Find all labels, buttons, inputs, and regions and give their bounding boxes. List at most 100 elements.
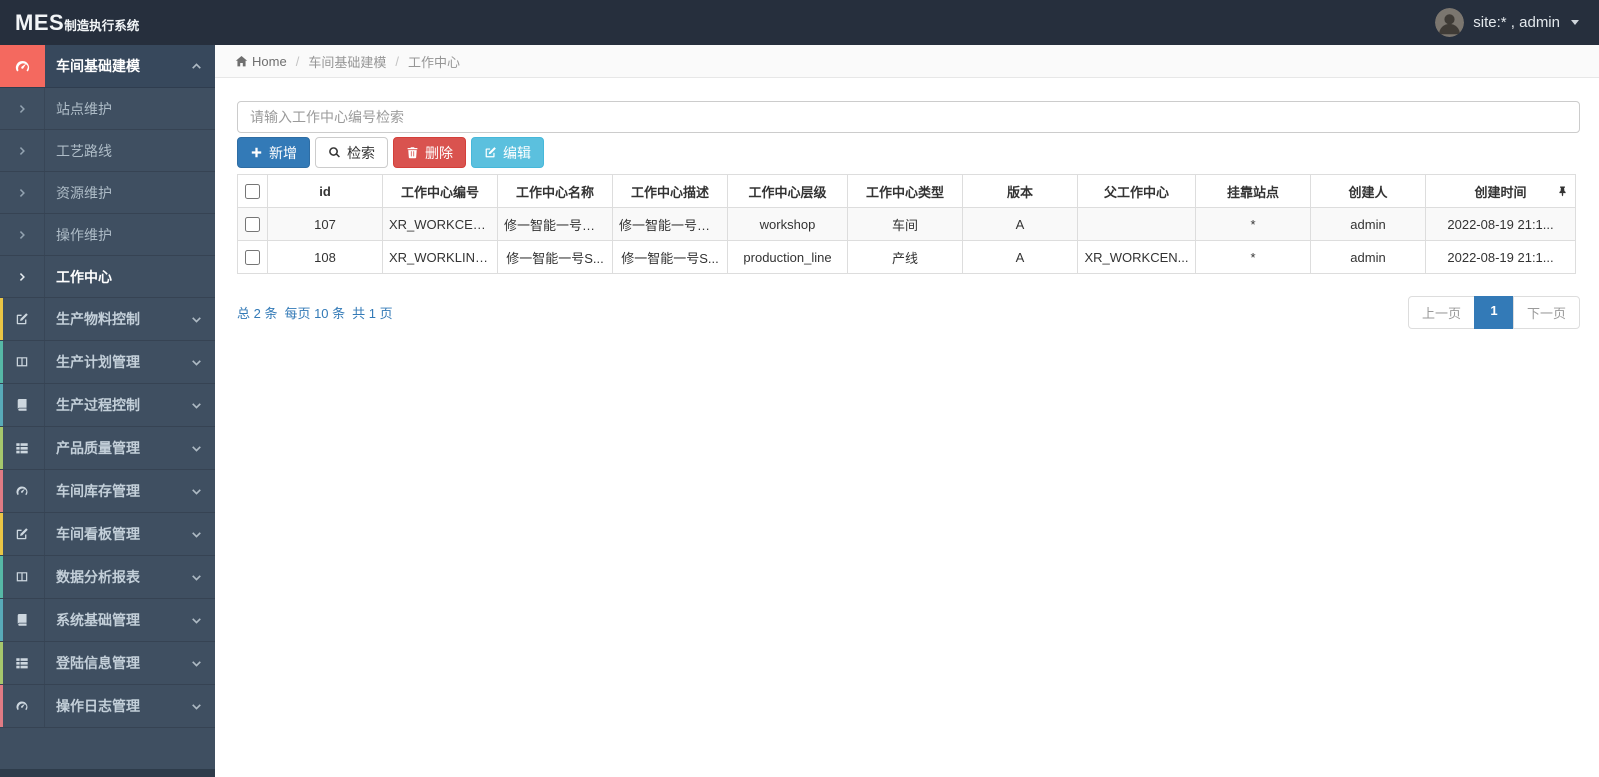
main-content: Home / 车间基础建模 / 工作中心 新增 检索 删除 编辑 <box>215 45 1599 777</box>
sidebar-item-plan-management[interactable]: 生产计划管理 <box>0 341 215 384</box>
row-checkbox[interactable] <box>245 217 260 233</box>
color-strip <box>0 642 3 684</box>
sidebar-item-quality-management[interactable]: 产品质量管理 <box>0 427 215 470</box>
page-body: 新增 检索 删除 编辑 <box>215 78 1599 329</box>
sidebar-item-label: 资源维护 <box>56 184 112 201</box>
sidebar-item-label: 数据分析报表 <box>56 569 140 585</box>
row-select-cell <box>237 240 268 274</box>
next-page-button[interactable]: 下一页 <box>1512 296 1580 329</box>
sidebar-item-material-control[interactable]: 生产物料控制 <box>0 298 215 341</box>
sidebar-item-label: 登陆信息管理 <box>56 655 140 671</box>
search-icon <box>328 146 341 159</box>
delete-button-label: 删除 <box>425 144 453 161</box>
table-row[interactable]: 107 XR_WORKCEN... 修一智能一号车间 修一智能一号车间 work… <box>237 207 1576 241</box>
pencil-square-icon <box>0 513 45 555</box>
cell-description: 修一智能一号S... <box>612 240 728 274</box>
chevron-down-icon <box>191 701 202 712</box>
th-list-icon <box>0 427 45 469</box>
sidebar-item-site-maintenance[interactable]: 站点维护 <box>0 88 215 130</box>
sidebar-item-board-management[interactable]: 车间看板管理 <box>0 513 215 556</box>
column-header-id: id <box>267 174 383 208</box>
th-list-icon <box>0 642 45 684</box>
sidebar-item-process-route[interactable]: 工艺路线 <box>0 130 215 172</box>
edit-button-label: 编辑 <box>503 144 531 161</box>
column-header-creator: 创建人 <box>1310 174 1426 208</box>
sidebar-item-label: 站点维护 <box>56 100 112 117</box>
column-header-version: 版本 <box>962 174 1078 208</box>
chevron-down-icon <box>191 658 202 669</box>
app-logo-main: MES <box>15 9 65 35</box>
cell-parent: XR_WORKCEN... <box>1077 240 1196 274</box>
add-button[interactable]: 新增 <box>237 137 310 168</box>
cell-description: 修一智能一号车间 <box>612 207 728 241</box>
sidebar-item-workshop-modeling[interactable]: 车间基础建模 <box>0 45 215 88</box>
chevron-down-icon <box>191 314 202 325</box>
pagination-bar: 总 2 条 每页 10 条 共 1 页 上一页 1 下一页 <box>237 296 1580 329</box>
sidebar: 车间基础建模 站点维护 工艺路线 资源维护 操作维护 工作中心 生产物料控制 生… <box>0 45 215 777</box>
plus-icon <box>250 146 263 159</box>
sidebar-item-work-center[interactable]: 工作中心 <box>0 256 215 298</box>
breadcrumb-item[interactable]: 车间基础建模 <box>308 52 386 71</box>
search-button[interactable]: 检索 <box>315 137 388 168</box>
chevron-down-icon <box>191 572 202 583</box>
sidebar-item-label: 产品质量管理 <box>56 440 140 456</box>
column-header-station: 挂靠站点 <box>1195 174 1311 208</box>
breadcrumb-separator: / <box>295 53 300 69</box>
cell-id: 107 <box>267 207 383 241</box>
toolbar: 新增 检索 删除 编辑 <box>237 137 1580 168</box>
dashboard-icon <box>0 685 45 727</box>
table-row[interactable]: 108 XR_WORKLINE... 修一智能一号S... 修一智能一号S...… <box>237 240 1576 274</box>
pin-icon[interactable] <box>1557 186 1568 197</box>
sidebar-item-inventory-management[interactable]: 车间库存管理 <box>0 470 215 513</box>
cell-created-time: 2022-08-19 21:1... <box>1425 240 1576 274</box>
color-strip <box>0 298 3 340</box>
sidebar-item-system-management[interactable]: 系统基础管理 <box>0 599 215 642</box>
cell-name: 修一智能一号车间 <box>497 207 613 241</box>
sidebar-item-process-control[interactable]: 生产过程控制 <box>0 384 215 427</box>
cell-station: * <box>1195 240 1311 274</box>
sidebar-item-label: 车间看板管理 <box>56 526 140 542</box>
edit-button[interactable]: 编辑 <box>471 137 544 168</box>
column-header-parent: 父工作中心 <box>1077 174 1196 208</box>
trash-icon <box>406 146 419 159</box>
sidebar-item-operation-maintenance[interactable]: 操作维护 <box>0 214 215 256</box>
cell-version: A <box>962 240 1078 274</box>
chevron-down-icon <box>191 400 202 411</box>
column-header-type: 工作中心类型 <box>847 174 963 208</box>
cell-name: 修一智能一号S... <box>497 240 613 274</box>
color-strip <box>0 685 3 727</box>
sidebar-item-data-report[interactable]: 数据分析报表 <box>0 556 215 599</box>
current-page-button[interactable]: 1 <box>1473 296 1514 329</box>
color-strip <box>0 513 3 555</box>
row-checkbox[interactable] <box>245 250 260 266</box>
breadcrumb-home[interactable]: Home <box>235 54 287 69</box>
chevron-up-icon <box>191 61 202 72</box>
chevron-right-icon <box>0 256 45 297</box>
sidebar-item-label: 车间库存管理 <box>56 483 140 499</box>
column-header-name: 工作中心名称 <box>497 174 613 208</box>
app-logo[interactable]: MES 制造执行系统 <box>0 10 215 36</box>
pagination: 上一页 1 下一页 <box>1407 296 1580 329</box>
total-count: 总 2 条 <box>237 306 278 321</box>
book-icon <box>0 384 45 426</box>
caret-down-icon <box>1571 20 1579 25</box>
sidebar-item-resource-maintenance[interactable]: 资源维护 <box>0 172 215 214</box>
sidebar-item-label: 生产物料控制 <box>56 311 140 327</box>
table-header-row: id 工作中心编号 工作中心名称 工作中心描述 工作中心层级 工作中心类型 版本… <box>237 174 1576 208</box>
sidebar-item-label: 生产计划管理 <box>56 354 140 370</box>
dashboard-icon <box>0 470 45 512</box>
color-strip <box>0 341 3 383</box>
chevron-right-icon <box>0 130 45 171</box>
search-input[interactable] <box>237 101 1580 133</box>
select-all-checkbox[interactable] <box>245 184 260 200</box>
sidebar-item-login-info[interactable]: 登陆信息管理 <box>0 642 215 685</box>
column-header-created-time: 创建时间 <box>1425 174 1576 208</box>
prev-page-button[interactable]: 上一页 <box>1407 296 1475 329</box>
cell-type: 产线 <box>847 240 963 274</box>
user-menu[interactable]: site:* , admin <box>1435 8 1599 37</box>
sidebar-item-label: 操作维护 <box>56 226 112 243</box>
sidebar-item-operation-log[interactable]: 操作日志管理 <box>0 685 215 728</box>
delete-button[interactable]: 删除 <box>393 137 466 168</box>
color-strip <box>0 470 3 512</box>
row-select-cell <box>237 207 268 241</box>
